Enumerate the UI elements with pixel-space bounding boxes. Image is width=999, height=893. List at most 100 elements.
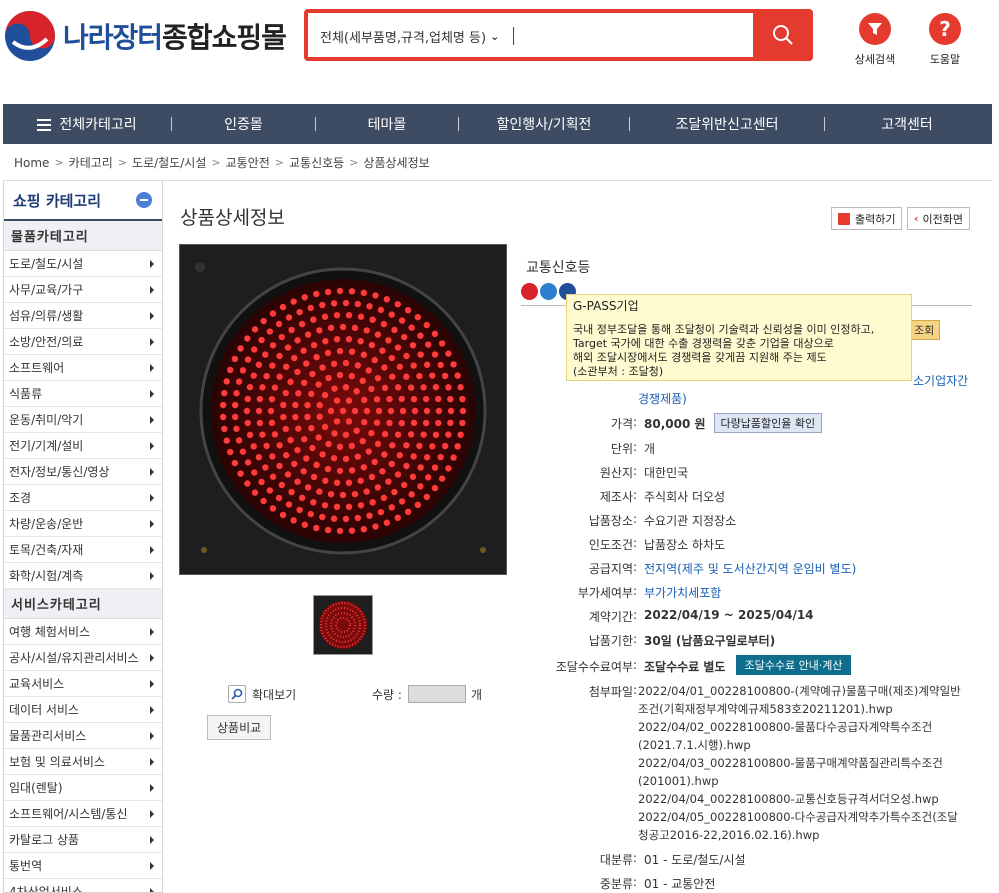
nav-theme-mall[interactable]: 테마몰 xyxy=(316,114,458,134)
product-thumbnail[interactable] xyxy=(313,595,373,655)
caret-right-icon xyxy=(150,441,154,450)
menu-icon xyxy=(37,116,52,134)
breadcrumb-item[interactable]: 교통신호등 xyxy=(289,154,344,171)
nav-all-categories[interactable]: 전체카테고리 xyxy=(3,114,171,134)
sidebar-category-item[interactable]: 임대(렌탈) xyxy=(4,775,162,801)
sidebar-category-item[interactable]: 소프트웨어/시스템/통신 xyxy=(4,801,162,827)
field-label: 납품기한 xyxy=(588,634,633,648)
search-scope-select[interactable]: 전체(세부품명,규격,업체명 등) ⌄ xyxy=(320,27,499,46)
query-button[interactable]: 조회 xyxy=(908,320,941,340)
sidebar-category-item[interactable]: 도로/철도/시설 xyxy=(4,251,162,277)
collapse-icon[interactable] xyxy=(136,192,152,208)
field-label: 중분류 xyxy=(599,877,633,891)
attachment-link[interactable]: (2021.7.1.시행).hwp xyxy=(638,736,968,754)
caret-right-icon xyxy=(150,627,154,636)
sidebar-category-item[interactable]: 공사/시설/유지관리서비스 xyxy=(4,645,162,671)
deadline-row: 납품기한: 30일 (납품요구일로부터) xyxy=(521,632,775,649)
search-button[interactable] xyxy=(753,9,813,61)
gpass-mark-icon[interactable] xyxy=(540,283,557,300)
attachment-link[interactable]: 조건(기획재정부계약예규제583호20211201).hwp xyxy=(638,700,968,718)
vat-link[interactable]: 부가가치세포함 xyxy=(644,584,721,601)
quantity-control: 수량 : 개 xyxy=(372,685,482,703)
zoom-button[interactable]: 확대보기 xyxy=(228,685,296,703)
quantity-input[interactable] xyxy=(407,685,466,703)
sidebar-item-label: 사무/교육/가구 xyxy=(9,283,84,297)
attachment-link[interactable]: 2022/04/02_00228100800-물품다수공급자계약특수조건 xyxy=(638,718,968,736)
sidebar-item-label: 토목/건축/자재 xyxy=(9,543,84,557)
nav-violation-report[interactable]: 조달위반신고센터 xyxy=(630,114,824,134)
sidebar-category-item[interactable]: 교육서비스 xyxy=(4,671,162,697)
caret-right-icon xyxy=(150,731,154,740)
sidebar-category-item[interactable]: 물품관리서비스 xyxy=(4,723,162,749)
attachment-link[interactable]: 2022/04/05_00228100800-다수공급자계약추가특수조건(조달 xyxy=(638,808,968,826)
attachment-link[interactable]: 2022/04/04_00228100800-교통신호등규격서더오성.hwp xyxy=(638,790,968,808)
caret-right-icon xyxy=(150,861,154,870)
caret-right-icon xyxy=(150,679,154,688)
delivery-place-row: 납품장소: 수요기관 지정장소 xyxy=(521,512,736,529)
caret-right-icon xyxy=(150,519,154,528)
attachment-link[interactable]: 2022/04/01_00228100800-(계약예규)물품구매(제조)계약일… xyxy=(638,682,968,700)
vat-row: 부가세여부: 부가가치세포함 xyxy=(521,584,721,601)
caret-right-icon xyxy=(150,259,154,268)
caret-right-icon xyxy=(150,493,154,502)
attachment-link[interactable]: 청공고2016-22,2016.02.16).hwp xyxy=(638,826,968,844)
site-logo[interactable]: 나라장터종합쇼핑몰 xyxy=(3,9,287,63)
main-nav: 전체카테고리 인증몰 테마몰 할인행사/기획전 조달위반신고센터 고객센터 xyxy=(3,104,992,144)
field-value: 대한민국 xyxy=(644,466,689,480)
sidebar-category-item[interactable]: 화학/시험/계측 xyxy=(4,563,162,589)
sidebar-category-item[interactable]: 조경 xyxy=(4,485,162,511)
sidebar-category-item[interactable]: 운동/취미/악기 xyxy=(4,407,162,433)
breadcrumb-item[interactable]: 카테고리 xyxy=(69,154,113,171)
certification-mark-icon[interactable] xyxy=(521,283,538,300)
sidebar-category-item[interactable]: 여행 체험서비스 xyxy=(4,619,162,645)
sidebar-item-label: 도로/철도/시설 xyxy=(9,257,84,271)
sidebar-category-item[interactable]: 전기/기계/설비 xyxy=(4,433,162,459)
sidebar-category-item[interactable]: 토목/건축/자재 xyxy=(4,537,162,563)
traffic-light-thumbnail xyxy=(314,596,372,654)
breadcrumb-current: 상품상세정보 xyxy=(363,156,430,170)
product-image[interactable] xyxy=(179,244,507,575)
gpass-tooltip: G-PASS기업 국내 정부조달을 통해 조달청이 기술력과 신뢰성을 이미 인… xyxy=(566,294,912,381)
tooltip-line: 국내 정부조달을 통해 조달청이 기술력과 신뢰성을 이미 인정하고, xyxy=(573,323,875,336)
bulk-discount-button[interactable]: 다량납품할인율 확인 xyxy=(713,413,823,433)
price-row: 가격: 80,000 원 다량납품할인율 확인 xyxy=(521,413,823,433)
sidebar-category-item[interactable]: 통번역 xyxy=(4,853,162,879)
sidebar-category-item[interactable]: 차량/운송/운반 xyxy=(4,511,162,537)
field-value: 주식회사 더오성 xyxy=(644,490,726,504)
sidebar-category-item[interactable]: 4차산업서비스 xyxy=(4,879,162,892)
field-label: 인도조건 xyxy=(588,538,633,552)
search-input[interactable] xyxy=(520,21,750,51)
supply-region-link[interactable]: 전지역(제주 및 도서산간지역 운임비 별도) xyxy=(644,560,856,577)
attachment-link[interactable]: 2022/04/03_00228100800-물품구매계약품질관리특수조건 xyxy=(638,754,968,772)
filter-icon xyxy=(859,13,891,45)
nav-customer-center[interactable]: 고객센터 xyxy=(825,114,989,134)
sidebar-category-item[interactable]: 보험 및 의료서비스 xyxy=(4,749,162,775)
sidebar-category-item[interactable]: 사무/교육/가구 xyxy=(4,277,162,303)
print-button[interactable]: 출력하기 xyxy=(831,207,903,230)
sidebar-item-label: 여행 체험서비스 xyxy=(9,625,91,639)
competition-product-link[interactable]: 소기업자간 xyxy=(913,372,968,389)
sidebar-category-item[interactable]: 전자/정보/통신/영상 xyxy=(4,459,162,485)
sidebar-category-item[interactable]: 카탈로그 상품 xyxy=(4,827,162,853)
competition-product-link-cont[interactable]: 경쟁제품) xyxy=(638,390,687,407)
previous-page-button[interactable]: ‹ 이전화면 xyxy=(907,207,971,230)
attachment-link[interactable]: (201001).hwp xyxy=(638,772,968,790)
detail-search-button[interactable]: 상세검색 xyxy=(850,13,900,67)
attachments-row: 첨부파일: xyxy=(521,683,638,700)
sidebar-category-item[interactable]: 소프트웨어 xyxy=(4,355,162,381)
caret-right-icon xyxy=(150,545,154,554)
sidebar-category-item[interactable]: 소방/안전/의료 xyxy=(4,329,162,355)
nav-discount-events[interactable]: 할인행사/기획전 xyxy=(459,114,629,134)
breadcrumb-home[interactable]: Home xyxy=(14,156,49,170)
sidebar-category-item[interactable]: 데이터 서비스 xyxy=(4,697,162,723)
sidebar-category-item[interactable]: 섬유/의류/생활 xyxy=(4,303,162,329)
help-label: 도움말 xyxy=(929,53,961,66)
compare-button[interactable]: 상품비교 xyxy=(207,715,272,740)
fee-calculator-button[interactable]: 조달수수료 안내·계산 xyxy=(736,655,851,675)
breadcrumb-item[interactable]: 교통안전 xyxy=(226,154,270,171)
sidebar-category-item[interactable]: 식품류 xyxy=(4,381,162,407)
nav-certified-mall[interactable]: 인증몰 xyxy=(172,114,315,134)
help-button[interactable]: ? 도움말 xyxy=(920,13,970,67)
fee-row: 조달수수료여부: 조달수수료 별도 조달수수료 안내·계산 xyxy=(521,655,851,675)
breadcrumb-item[interactable]: 도로/철도/시설 xyxy=(132,154,206,171)
